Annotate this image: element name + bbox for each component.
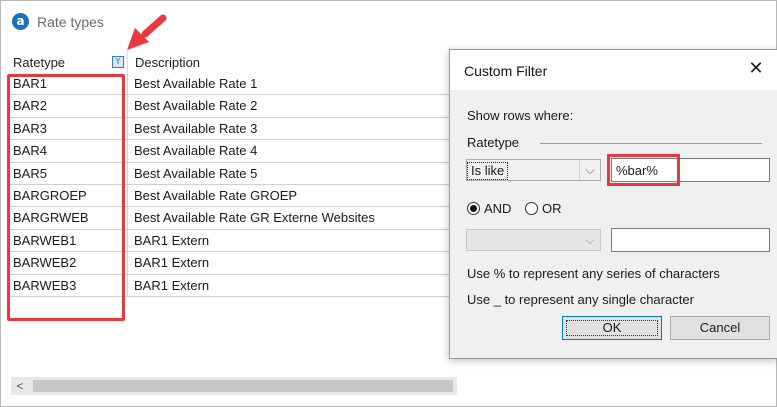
cell-divider [127,207,128,230]
column-header-ratetype[interactable]: Ratetype [13,55,65,70]
callout-arrow-icon [127,14,167,50]
cell-description[interactable]: BAR1 Extern [134,255,454,270]
cell-divider [127,229,128,252]
app-logo-icon: a [12,13,29,30]
cell-divider [127,95,128,118]
field-label: Ratetype [467,135,520,150]
show-rows-label: Show rows where: [467,108,574,123]
cell-divider [127,184,128,207]
value-highlight [607,154,680,186]
cancel-button[interactable]: Cancel [670,316,770,340]
scroll-left-icon[interactable]: < [13,378,27,394]
operator-value-1: Is like [467,162,509,180]
scrollbar-thumb[interactable] [33,380,453,392]
cell-divider [127,252,128,275]
chevron-down-icon[interactable]: ⌵ [579,160,600,180]
cell-description[interactable]: Best Available Rate 2 [134,98,454,113]
cell-description[interactable]: BAR1 Extern [134,233,454,248]
dialog-title: Custom Filter [464,63,548,79]
group-divider [540,143,762,144]
cell-divider [127,274,128,297]
cancel-label: Cancel [699,320,741,335]
horizontal-scrollbar[interactable]: < [11,377,457,395]
title-bar: a Rate types [1,1,776,41]
cell-description[interactable]: BAR1 Extern [134,278,454,293]
cell-divider [127,140,128,163]
or-label: OR [542,201,562,216]
cell-description[interactable]: Best Available Rate GROEP [134,188,454,203]
cell-description[interactable]: Best Available Rate 3 [134,121,454,136]
or-radio[interactable]: OR [525,201,565,217]
window-title: Rate types [37,14,104,30]
ok-button[interactable]: OK [562,316,662,340]
close-icon[interactable]: ✕ [745,58,767,80]
grid-header: Ratetype Y Description [7,51,457,73]
percent-hint: Use % to represent any series of charact… [467,266,720,281]
radio-dot[interactable] [467,202,480,215]
ratetype-column-highlight [7,74,125,321]
filter-icon[interactable]: Y [112,56,124,68]
column-header-description[interactable]: Description [135,55,200,70]
cell-divider [127,117,128,140]
focus-ring [566,320,658,336]
and-radio[interactable]: AND [467,201,517,217]
value-input-2[interactable] [611,228,770,252]
and-label: AND [484,201,512,216]
cell-description[interactable]: Best Available Rate GR Externe Websites [134,210,454,225]
cell-divider [127,73,128,95]
cell-description[interactable]: Best Available Rate 1 [134,76,454,91]
custom-filter-dialog: Custom Filter ✕ Show rows where: Ratetyp… [449,49,777,359]
dialog-title-bar: Custom Filter ✕ [450,50,777,90]
operator-select-2[interactable]: ⌵ [466,229,601,251]
rate-types-window: a Rate types Ratetype Y Description BAR1… [0,0,777,407]
radio-dot[interactable] [525,202,538,215]
operator-select-1[interactable]: Is like ⌵ [466,159,601,181]
cell-description[interactable]: Best Available Rate 4 [134,143,454,158]
cell-divider [127,162,128,185]
cell-description[interactable]: Best Available Rate 5 [134,166,454,181]
underscore-hint: Use _ to represent any single character [467,292,694,307]
chevron-down-icon[interactable]: ⌵ [580,230,600,250]
